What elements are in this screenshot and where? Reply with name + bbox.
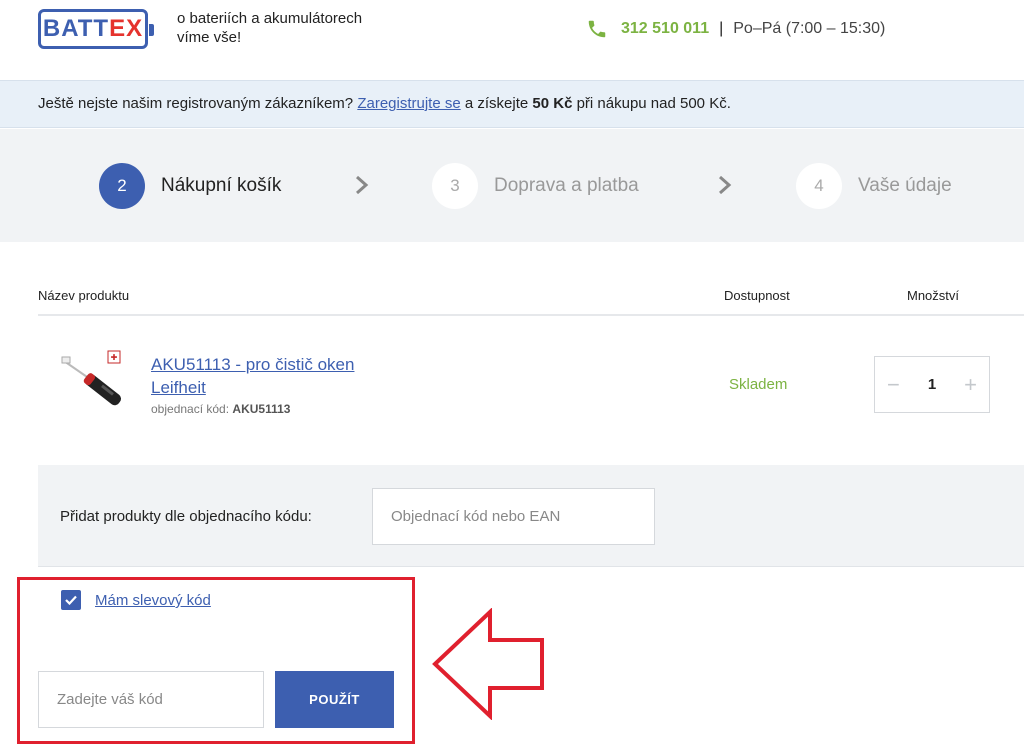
banner-text-after: při nákupu nad 500 Kč. bbox=[572, 95, 731, 112]
arrow-left-icon bbox=[432, 608, 544, 720]
cart-row: ✚ AKU51113 - pro čistič oken Leifheit ob… bbox=[38, 317, 1024, 465]
phone-number[interactable]: 312 510 011 bbox=[621, 20, 709, 38]
step-label: Nákupní košík bbox=[161, 175, 282, 196]
increase-quantity-button[interactable]: + bbox=[964, 372, 977, 398]
svg-text:✚: ✚ bbox=[111, 353, 118, 362]
chevron-right-icon bbox=[356, 175, 369, 195]
banner-bonus: 50 Kč bbox=[532, 95, 573, 112]
step-number: 4 bbox=[796, 163, 842, 209]
step-number: 3 bbox=[432, 163, 478, 209]
cart-table-header: Název produktu Dostupnost Množství bbox=[38, 286, 1024, 316]
separator: | bbox=[719, 20, 724, 37]
product-code: objednací kód: AKU51113 bbox=[151, 402, 290, 416]
chevron-right-icon bbox=[719, 175, 732, 195]
availability-status: Skladem bbox=[729, 376, 788, 393]
step-cart[interactable]: 2 Nákupní košík bbox=[99, 163, 281, 209]
column-header-availability: Dostupnost bbox=[724, 288, 790, 303]
opening-hours: Po–Pá (7:00 – 15:30) bbox=[733, 20, 886, 37]
logo-text-ex: EX bbox=[109, 15, 144, 42]
battex-logo[interactable]: BATT EX bbox=[38, 9, 154, 49]
step-number: 2 bbox=[99, 163, 145, 209]
checkmark-icon bbox=[65, 595, 77, 605]
step-details[interactable]: 4 Vaše údaje bbox=[796, 163, 952, 209]
logo-text-batt: BATT bbox=[42, 15, 110, 42]
add-by-code-section: Přidat produkty dle objednacího kódu: bbox=[38, 465, 1024, 567]
contact-info: 312 510 011 | Po–Pá (7:00 – 15:30) bbox=[586, 18, 885, 40]
phone-icon bbox=[588, 20, 606, 38]
product-name-link[interactable]: AKU51113 - pro čistič oken Leifheit bbox=[151, 353, 401, 399]
product-code-value: AKU51113 bbox=[232, 402, 291, 416]
register-link[interactable]: Zaregistrujte se bbox=[357, 95, 460, 112]
apply-discount-button[interactable]: POUŽÍT bbox=[275, 671, 394, 728]
step-label: Doprava a platba bbox=[494, 175, 639, 196]
product-image[interactable]: ✚ bbox=[60, 349, 132, 411]
banner-text-middle: a získejte bbox=[460, 95, 533, 112]
step-label: Vaše údaje bbox=[858, 175, 952, 196]
quantity-value[interactable]: 1 bbox=[928, 376, 936, 393]
tagline: o bateriích a akumulátorech víme vše! bbox=[177, 10, 363, 46]
order-code-input[interactable] bbox=[372, 488, 655, 545]
column-header-quantity: Množství bbox=[907, 288, 960, 303]
site-header: BATT EX o bateriích a akumulátorech víme … bbox=[0, 0, 1024, 80]
banner-text-before: Ještě nejste našim registrovaným zákazní… bbox=[38, 95, 358, 112]
checkout-steps: 2 Nákupní košík 3 Doprava a platba 4 Vaš… bbox=[0, 129, 1024, 242]
step-shipping[interactable]: 3 Doprava a platba bbox=[432, 163, 639, 209]
discount-code-toggle-link[interactable]: Mám slevový kód bbox=[95, 592, 211, 609]
banner-text: Ještě nejste našim registrovaným zákazní… bbox=[38, 95, 731, 112]
add-by-code-label: Přidat produkty dle objednacího kódu: bbox=[60, 508, 312, 525]
registration-banner: Ještě nejste našim registrovaným zákazní… bbox=[0, 80, 1024, 128]
column-header-name: Název produktu bbox=[38, 288, 130, 303]
discount-code-input[interactable] bbox=[38, 671, 264, 728]
product-code-label: objednací kód: bbox=[151, 402, 233, 416]
discount-code-checkbox[interactable] bbox=[61, 590, 81, 610]
decrease-quantity-button[interactable]: − bbox=[887, 372, 900, 398]
quantity-stepper[interactable]: − 1 + bbox=[874, 356, 990, 413]
